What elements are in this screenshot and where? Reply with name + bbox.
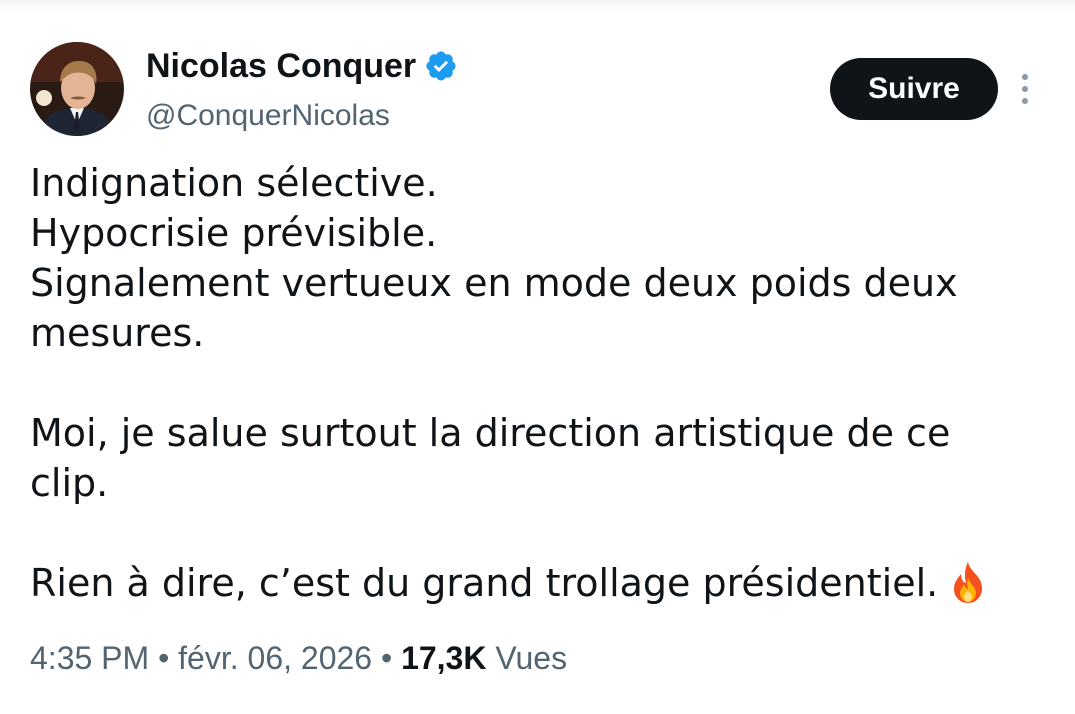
tweet-meta: 4:35 PM • févr. 06, 2026 • 17,3K Vues bbox=[30, 640, 567, 677]
author-name-row: Nicolas Conquer bbox=[146, 44, 458, 88]
meta-separator: • bbox=[158, 640, 170, 676]
verified-badge-icon[interactable] bbox=[424, 49, 458, 83]
avatar[interactable] bbox=[30, 42, 124, 136]
tweet-line-3: Signalement vertueux en mode deux poids … bbox=[30, 261, 958, 355]
tweet-line-4: Moi, je salue surtout la direction artis… bbox=[30, 411, 951, 505]
more-vertical-icon[interactable] bbox=[1012, 68, 1038, 110]
author-name[interactable]: Nicolas Conquer bbox=[146, 47, 416, 86]
follow-button[interactable]: Suivre bbox=[830, 58, 998, 120]
author-handle[interactable]: @ConquerNicolas bbox=[146, 99, 390, 133]
top-band bbox=[0, 0, 1075, 12]
avatar-photo bbox=[30, 42, 124, 136]
tweet-line-2: Hypocrisie prévisible. bbox=[30, 211, 438, 255]
tweet-line-1: Indignation sélective. bbox=[30, 161, 438, 205]
tweet-line-5-wrap: Rien à dire, c’est du grand trollage pré… bbox=[30, 558, 1030, 608]
tweet-text: Indignation sélective. Hypocrisie prévis… bbox=[30, 158, 1030, 608]
tweet-date[interactable]: févr. 06, 2026 bbox=[178, 640, 372, 676]
tweet-time[interactable]: 4:35 PM bbox=[30, 640, 149, 676]
meta-separator: • bbox=[380, 640, 393, 676]
views-count[interactable]: 17,3K bbox=[401, 640, 486, 676]
fire-icon bbox=[954, 562, 983, 603]
tweet-line-5: Rien à dire, c’est du grand trollage pré… bbox=[30, 561, 939, 605]
views-label: Vues bbox=[495, 640, 568, 676]
